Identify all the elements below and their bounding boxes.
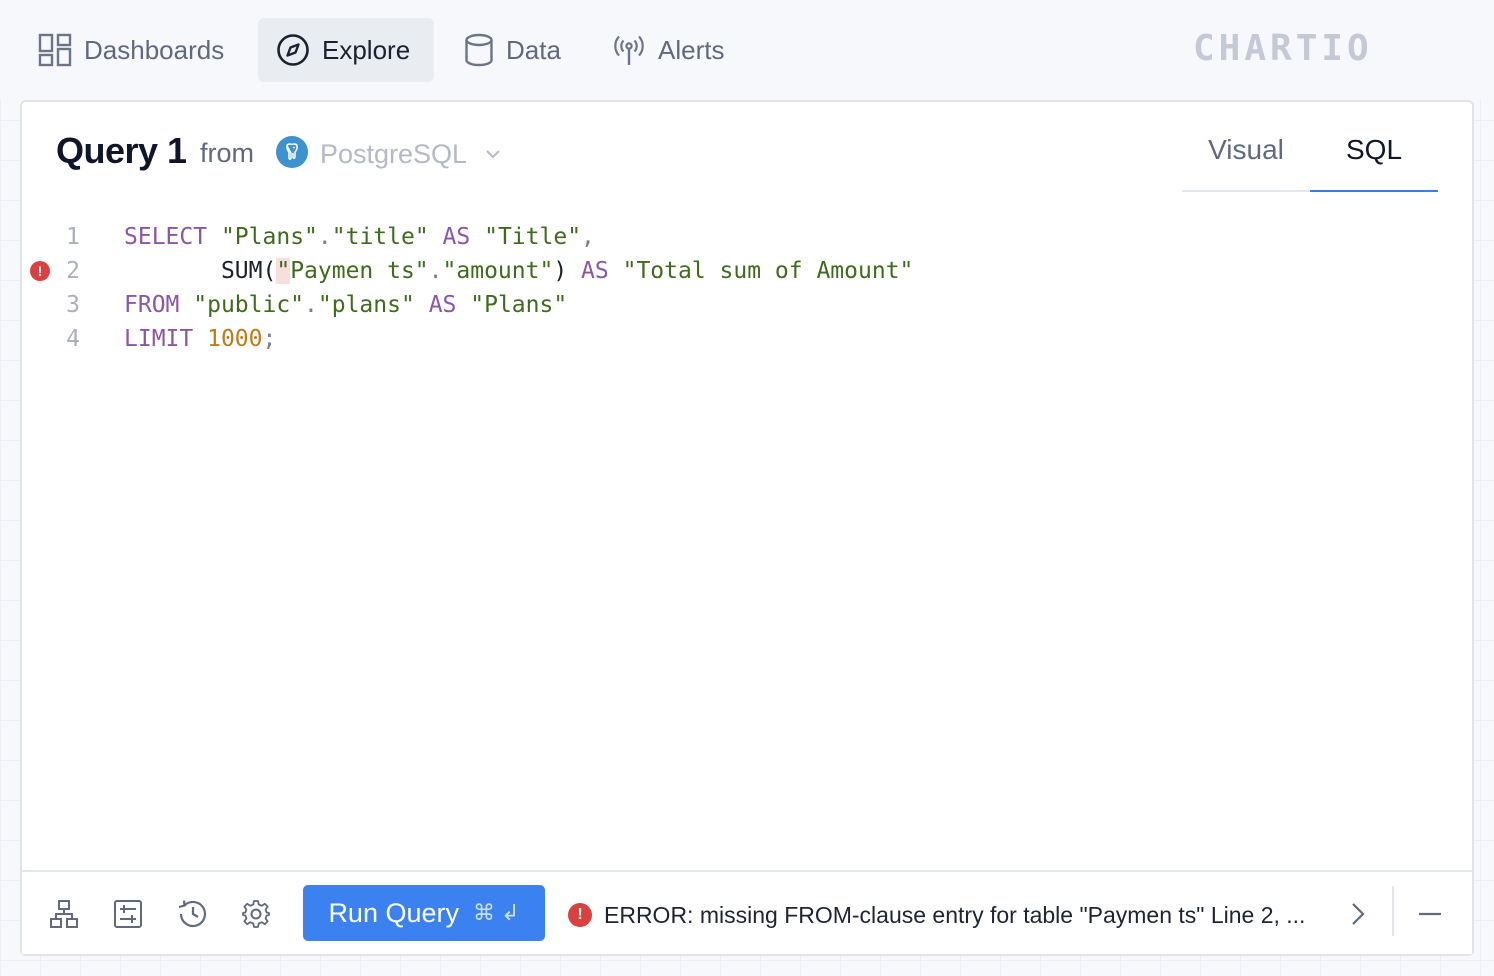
data-source-label: PostgreSQL xyxy=(320,138,468,169)
error-highlight: " xyxy=(276,258,291,284)
database-icon xyxy=(465,33,493,67)
compass-icon xyxy=(277,34,309,66)
code-line-error: ! 2 SUM("Paymen ts"."amount") AS "Total … xyxy=(22,254,1472,288)
string-token: "plans" xyxy=(317,292,415,318)
keyword-token: FROM xyxy=(124,292,180,318)
keyword-token: AS xyxy=(581,258,609,284)
data-source-select[interactable]: PostgreSQL xyxy=(320,136,501,172)
keyword-token: AS xyxy=(428,292,457,318)
punct-token: , xyxy=(581,224,595,250)
error-icon: ! xyxy=(568,903,592,927)
nav-alerts[interactable]: Alerts xyxy=(594,18,742,82)
history-clock-icon xyxy=(178,900,207,928)
punct-token: ; xyxy=(262,326,277,352)
code-text: FROM "public"."plans" AS "Plans" xyxy=(124,288,567,322)
line-number: 4 xyxy=(66,326,80,352)
nav-alerts-label: Alerts xyxy=(658,34,725,65)
punct-token: . xyxy=(304,292,318,318)
sql-editor[interactable]: 1 SELECT "Plans"."title" AS "Title", ! 2… xyxy=(22,218,1472,868)
settings-button[interactable] xyxy=(238,896,274,932)
from-label: from xyxy=(200,138,254,168)
query-title[interactable]: Query 1 xyxy=(56,130,187,172)
tab-visual[interactable]: Visual xyxy=(1182,126,1310,190)
line-number: 1 xyxy=(66,224,80,250)
query-toolbar: Run Query ⌘ ↲ ! ERROR: missing FROM-clau… xyxy=(22,870,1472,954)
code-text: SELECT "Plans"."title" AS "Title", xyxy=(124,220,595,254)
toolbar-divider xyxy=(1392,886,1394,936)
nav-data-label: Data xyxy=(506,34,561,65)
keyword-token: AS xyxy=(442,224,471,250)
punct-token: . xyxy=(428,258,443,284)
punct-token: . xyxy=(317,224,332,250)
nav-data[interactable]: Data xyxy=(446,18,579,82)
gear-icon xyxy=(242,900,270,928)
minimize-button[interactable] xyxy=(1412,896,1448,932)
query-settings-panel-icon xyxy=(114,900,142,928)
minus-icon xyxy=(1419,912,1441,916)
nav-explore-label: Explore xyxy=(322,34,411,65)
run-query-button[interactable]: Run Query ⌘ ↲ xyxy=(303,885,545,941)
run-query-label: Run Query xyxy=(328,897,459,928)
string-token: "title" xyxy=(331,224,429,250)
top-nav: Dashboards Explore Data Alerts CHARTIO xyxy=(0,0,1494,100)
string-token: "public" xyxy=(193,292,305,318)
code-line: 3 FROM "public"."plans" AS "Plans" xyxy=(22,288,1472,322)
expand-error-button[interactable] xyxy=(1340,896,1376,932)
schema-tree-icon xyxy=(50,900,78,928)
number-token: 1000 xyxy=(207,326,263,352)
query-panel: Query 1 from PostgreSQL Visual SQL 1 SEL… xyxy=(20,100,1474,956)
history-button[interactable] xyxy=(174,896,210,932)
string-token: "Total sum of Amount" xyxy=(622,258,914,284)
query-settings-button[interactable] xyxy=(110,896,146,932)
string-token: "Plans" xyxy=(470,292,568,318)
postgresql-elephant-icon xyxy=(276,136,308,168)
string-token: Paymen ts" xyxy=(290,258,429,284)
nav-dashboards[interactable]: Dashboards xyxy=(20,18,242,82)
chevron-right-icon xyxy=(1352,903,1365,925)
keyword-token: LIMIT xyxy=(124,326,194,352)
brand-logo: CHARTIO xyxy=(1193,28,1373,69)
code-line: 1 SELECT "Plans"."title" AS "Title", xyxy=(22,220,1472,254)
tab-sql[interactable]: SQL xyxy=(1310,126,1438,192)
dashboard-grid-icon xyxy=(38,33,72,67)
schema-button[interactable] xyxy=(46,896,82,932)
broadcast-antenna-icon xyxy=(614,35,644,65)
error-message[interactable]: ! ERROR: missing FROM-clause entry for t… xyxy=(568,900,1305,930)
error-text: ERROR: missing FROM-clause entry for tab… xyxy=(604,901,1306,928)
string-token: "Title" xyxy=(484,224,582,250)
keyword-token: SELECT xyxy=(124,224,208,250)
chevron-down-icon xyxy=(486,150,500,159)
string-token: "Plans" xyxy=(220,224,318,250)
mode-tabs: Visual SQL xyxy=(1182,126,1438,192)
run-shortcut-hint: ⌘ ↲ xyxy=(473,900,520,925)
line-number: 3 xyxy=(66,292,80,318)
function-token: SUM( xyxy=(220,258,277,284)
nav-dashboards-label: Dashboards xyxy=(84,34,225,65)
punct-token: ) xyxy=(553,258,568,284)
code-text: SUM("Paymen ts"."amount") AS "Total sum … xyxy=(124,254,913,288)
code-text: LIMIT 1000; xyxy=(124,322,276,356)
nav-explore[interactable]: Explore xyxy=(258,18,434,82)
line-number: 2 xyxy=(66,258,80,284)
string-token: "amount" xyxy=(442,258,554,284)
code-line: 4 LIMIT 1000; xyxy=(22,322,1472,356)
